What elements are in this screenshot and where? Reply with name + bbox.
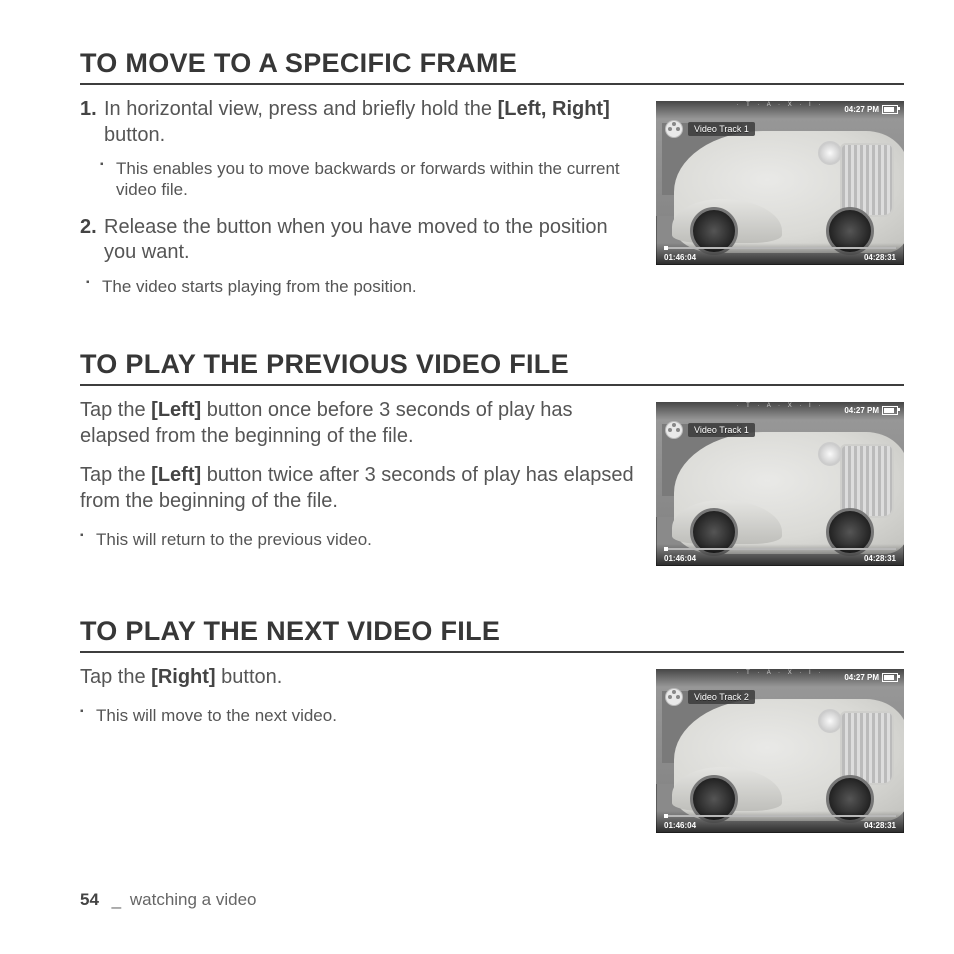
rule bbox=[80, 83, 904, 85]
sec3-para1: Tap the [Right] button. bbox=[80, 665, 634, 691]
step-2: 2. Release the button when you have move… bbox=[80, 215, 634, 266]
clock-label: 04:27 PM bbox=[844, 105, 879, 114]
progress-bar: 01:46:04 04:28:31 bbox=[656, 544, 904, 566]
thumb1-col: · T · A · X · I · 04:27 PM Video Track 1… bbox=[656, 97, 904, 265]
progress-bar: 01:46:04 04:28:31 bbox=[656, 811, 904, 833]
sec2-bold2: [Left] bbox=[151, 464, 201, 486]
step-1-text-a: In horizontal view, press and briefly ho… bbox=[104, 98, 498, 120]
taxi-sign: · T · A · X · I · bbox=[737, 102, 824, 108]
thumb3-col: · T · A · X · I · 04:27 PM Video Track 2… bbox=[656, 665, 904, 833]
total-time: 04:28:31 bbox=[864, 821, 896, 830]
rule bbox=[80, 651, 904, 653]
elapsed-time: 01:46:04 bbox=[664, 253, 696, 262]
heading-move-frame: TO MOVE TO A SPECIFIC FRAME bbox=[80, 48, 904, 79]
thumb2-col: · T · A · X · I · 04:27 PM Video Track 1… bbox=[656, 398, 904, 566]
t: button. bbox=[216, 666, 283, 688]
sec3-bullet: This will move to the next video. bbox=[80, 705, 634, 726]
t: Tap the bbox=[80, 666, 151, 688]
reel-icon bbox=[666, 689, 682, 705]
battery-icon bbox=[882, 105, 898, 114]
taxi-sign: · T · A · X · I · bbox=[737, 403, 824, 409]
section-previous-video: TO PLAY THE PREVIOUS VIDEO FILE Tap the … bbox=[80, 349, 904, 566]
page-number: 54 bbox=[80, 890, 99, 909]
section-next-video: TO PLAY THE NEXT VIDEO FILE Tap the [Rig… bbox=[80, 616, 904, 833]
sec2-bullet: This will return to the previous video. bbox=[80, 529, 634, 550]
sec3-bold: [Right] bbox=[151, 666, 215, 688]
progress-bar: 01:46:04 04:28:31 bbox=[656, 243, 904, 265]
chapter-name: watching a video bbox=[130, 890, 257, 909]
total-time: 04:28:31 bbox=[864, 253, 896, 262]
footer-sep: _ bbox=[112, 890, 121, 909]
taxi-sign: · T · A · X · I · bbox=[737, 670, 824, 676]
rule bbox=[80, 384, 904, 386]
battery-icon bbox=[882, 406, 898, 415]
t: Tap the bbox=[80, 464, 151, 486]
video-thumbnail-1: · T · A · X · I · 04:27 PM Video Track 1… bbox=[656, 101, 904, 265]
section-move-frame: TO MOVE TO A SPECIFIC FRAME 1. In horizo… bbox=[80, 48, 904, 311]
reel-icon bbox=[666, 422, 682, 438]
track-label: Video Track 1 bbox=[688, 423, 755, 437]
section2-text: Tap the [Left] button once before 3 seco… bbox=[80, 398, 634, 564]
video-thumbnail-2: · T · A · X · I · 04:27 PM Video Track 1… bbox=[656, 402, 904, 566]
step-2-number: 2. bbox=[80, 215, 97, 241]
step-1-text-b: button. bbox=[104, 124, 165, 146]
step-1: 1. In horizontal view, press and briefly… bbox=[80, 97, 634, 148]
step-1-number: 1. bbox=[80, 97, 97, 123]
status-bar: 04:27 PM bbox=[844, 105, 898, 114]
step-2-sub: The video starts playing from the positi… bbox=[86, 276, 634, 297]
sec2-para2: Tap the [Left] button twice after 3 seco… bbox=[80, 463, 634, 514]
heading-previous-video: TO PLAY THE PREVIOUS VIDEO FILE bbox=[80, 349, 904, 380]
page-footer: 54 _ watching a video bbox=[80, 890, 257, 910]
elapsed-time: 01:46:04 bbox=[664, 554, 696, 563]
reel-icon bbox=[666, 121, 682, 137]
elapsed-time: 01:46:04 bbox=[664, 821, 696, 830]
total-time: 04:28:31 bbox=[864, 554, 896, 563]
t: Tap the bbox=[80, 399, 151, 421]
sec2-para1: Tap the [Left] button once before 3 seco… bbox=[80, 398, 634, 449]
video-thumbnail-3: · T · A · X · I · 04:27 PM Video Track 2… bbox=[656, 669, 904, 833]
sec2-bold1: [Left] bbox=[151, 399, 201, 421]
clock-label: 04:27 PM bbox=[844, 406, 879, 415]
section1-text: 1. In horizontal view, press and briefly… bbox=[80, 97, 634, 311]
step-2-text: Release the button when you have moved t… bbox=[104, 216, 608, 264]
heading-next-video: TO PLAY THE NEXT VIDEO FILE bbox=[80, 616, 904, 647]
clock-label: 04:27 PM bbox=[844, 673, 879, 682]
step-1-sub: This enables you to move backwards or fo… bbox=[100, 158, 634, 201]
status-bar: 04:27 PM bbox=[844, 673, 898, 682]
track-label: Video Track 1 bbox=[688, 122, 755, 136]
battery-icon bbox=[882, 673, 898, 682]
status-bar: 04:27 PM bbox=[844, 406, 898, 415]
section3-text: Tap the [Right] button. This will move t… bbox=[80, 665, 634, 740]
track-label: Video Track 2 bbox=[688, 690, 755, 704]
step-1-bold: [Left, Right] bbox=[498, 98, 610, 120]
